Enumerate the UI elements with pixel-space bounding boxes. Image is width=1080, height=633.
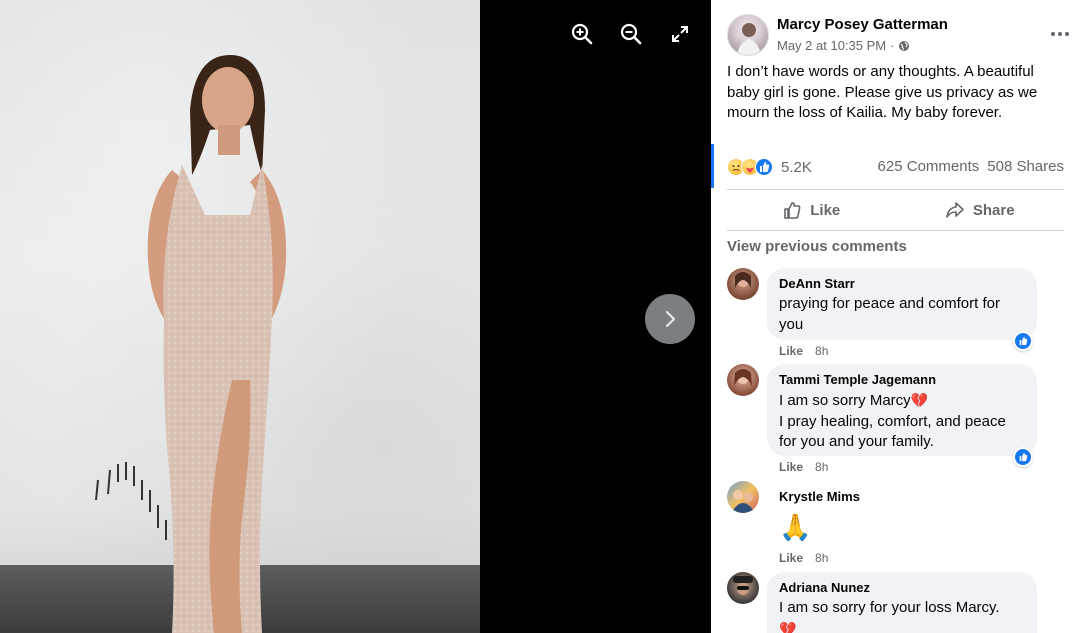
next-photo-button[interactable] <box>645 294 695 344</box>
post-meta: May 2 at 10:35 PM · <box>777 38 910 53</box>
commenter-name[interactable]: Tammi Temple Jagemann <box>779 372 1025 388</box>
comment-footer: Like 8h <box>779 551 828 565</box>
share-button[interactable]: Share <box>896 190 1065 230</box>
post-text: I don’t have words or any thoughts. A be… <box>727 63 1038 121</box>
commenter-avatar[interactable] <box>727 364 759 396</box>
reaction-count: 5.2K <box>781 158 812 176</box>
comment-bubble: DeAnn Starr praying for peace and comfor… <box>767 268 1037 340</box>
comment-time[interactable]: 8h <box>815 551 828 565</box>
globe-icon <box>899 40 910 51</box>
photo-figure <box>95 55 287 633</box>
like-button[interactable]: Like <box>727 190 896 230</box>
commenter-avatar[interactable] <box>727 268 759 300</box>
commenter-name[interactable]: Krystle Mims <box>779 489 875 505</box>
post-timestamp[interactable]: May 2 at 10:35 PM <box>777 38 886 53</box>
comment-like-badge[interactable] <box>1013 447 1033 467</box>
meta-separator: · <box>890 38 895 53</box>
comment-text: I am so sorry Marcy💔 I pray healing, com… <box>779 390 1025 453</box>
comment-time[interactable]: 8h <box>815 344 828 358</box>
comments-count[interactable]: 625 Comments <box>878 158 980 175</box>
comment-line: praying for peace and comfort for <box>779 295 1000 312</box>
comment-line: I am so sorry Marcy <box>779 392 911 409</box>
broken-heart-icon: 💔 <box>910 392 929 408</box>
thumbs-up-icon <box>1019 452 1028 462</box>
comment-footer: Like 8h <box>779 460 828 474</box>
like-reaction-icon <box>755 158 773 176</box>
focus-indicator <box>711 144 714 188</box>
more-options-button[interactable] <box>1043 22 1077 46</box>
comment-bubble: Krystle Mims 🙏 <box>767 481 887 543</box>
comment-like-link[interactable]: Like <box>779 551 803 565</box>
comment-line: I pray healing, comfort, and peace <box>779 412 1006 430</box>
broken-heart-icon: 💔 <box>779 620 797 633</box>
comment-like-link[interactable]: Like <box>779 460 803 474</box>
like-label: Like <box>810 201 841 219</box>
photo-viewer <box>0 0 711 633</box>
divider <box>727 230 1064 231</box>
comment-like-badge[interactable] <box>1013 331 1033 351</box>
thumbs-up-icon <box>784 202 801 219</box>
more-dot <box>1051 32 1055 36</box>
view-previous-comments-link[interactable]: View previous comments <box>727 238 907 255</box>
comment-line: for you and your family. <box>779 433 934 450</box>
comment-like-link[interactable]: Like <box>779 344 803 358</box>
praying-hands-icon: 🙏 <box>779 512 812 542</box>
post-actions: Like Share <box>727 190 1064 230</box>
more-dot <box>1058 32 1062 36</box>
more-dot <box>1065 32 1069 36</box>
share-icon <box>946 202 964 218</box>
reactions-summary[interactable]: 5.2K <box>727 156 812 178</box>
thumbs-up-icon <box>1019 336 1028 346</box>
comment-line: I am so sorry for your loss Marcy. <box>779 599 1000 616</box>
post-header: Marcy Posey Gatterman May 2 at 10:35 PM … <box>727 14 1069 56</box>
comment-line-with-heart: I am so sorry Marcy💔 <box>779 390 1025 412</box>
author-name[interactable]: Marcy Posey Gatterman <box>777 16 948 33</box>
share-label: Share <box>972 201 1015 219</box>
post-photo <box>0 0 480 633</box>
commenter-avatar[interactable] <box>727 481 759 513</box>
comment-time[interactable]: 8h <box>815 460 828 474</box>
post-panel: Marcy Posey Gatterman May 2 at 10:35 PM … <box>711 0 1080 633</box>
chevron-right-icon <box>665 310 676 328</box>
comment-footer: Like 8h <box>779 344 828 358</box>
fullscreen-icon[interactable] <box>666 20 694 48</box>
shares-count[interactable]: 508 Shares <box>987 158 1064 175</box>
author-avatar[interactable] <box>727 14 769 56</box>
commenter-name[interactable]: DeAnn Starr <box>779 276 1025 292</box>
zoom-in-icon[interactable] <box>568 20 596 48</box>
comment-line: you <box>779 315 804 333</box>
comment-text: praying for peace and comfort for you <box>779 294 1025 335</box>
commenter-name[interactable]: Adriana Nunez <box>779 580 1025 596</box>
comment-bubble: Tammi Temple Jagemann I am so sorry Marc… <box>767 364 1037 456</box>
post-stats: 625 Comments 508 Shares <box>878 158 1064 175</box>
commenter-avatar[interactable] <box>727 572 759 604</box>
comment-bubble: Adriana Nunez I am so sorry for your los… <box>767 572 1037 633</box>
zoom-out-icon[interactable] <box>617 20 645 48</box>
comment-text: I am so sorry for your loss Marcy. 💔 <box>779 598 1025 633</box>
